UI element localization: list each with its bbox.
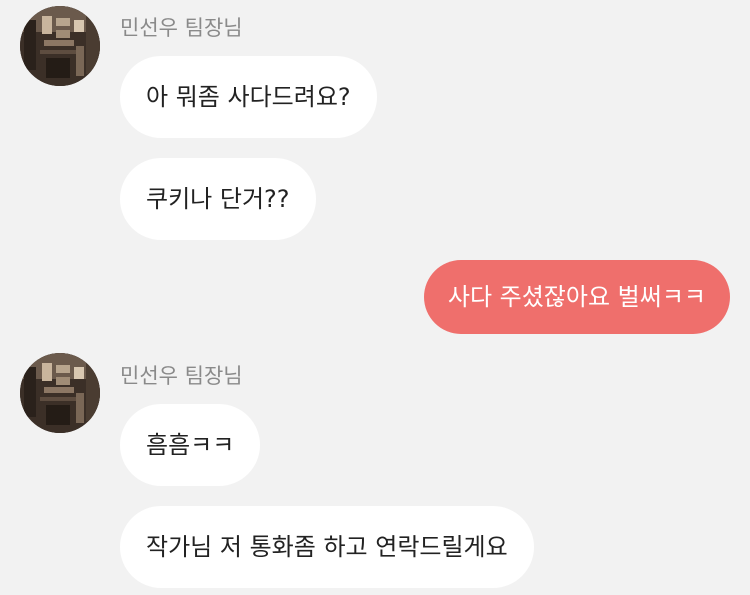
sender-avatar[interactable] bbox=[20, 6, 100, 86]
incoming-message-bubble[interactable]: 흠흠ㅋㅋ bbox=[120, 404, 261, 486]
sender-name: 민선우 팀장님 bbox=[120, 16, 243, 40]
sender-name: 민선우 팀장님 bbox=[120, 364, 243, 388]
chat-conversation: 민선우 팀장님 아 뭐좀 사다드려요? 쿠키나 단거?? 사다 주셨잖아요 벌써… bbox=[0, 0, 750, 595]
photo-avatar-icon bbox=[20, 353, 100, 433]
incoming-message-bubble[interactable]: 작가님 저 통화좀 하고 연락드릴게요 bbox=[120, 506, 534, 588]
sender-avatar[interactable] bbox=[20, 353, 100, 433]
incoming-message-bubble[interactable]: 아 뭐좀 사다드려요? bbox=[120, 56, 377, 138]
photo-avatar-icon bbox=[20, 6, 100, 86]
outgoing-message-bubble[interactable]: 사다 주셨잖아요 벌써ㅋㅋ bbox=[423, 260, 730, 334]
incoming-message-bubble[interactable]: 쿠키나 단거?? bbox=[120, 158, 316, 240]
